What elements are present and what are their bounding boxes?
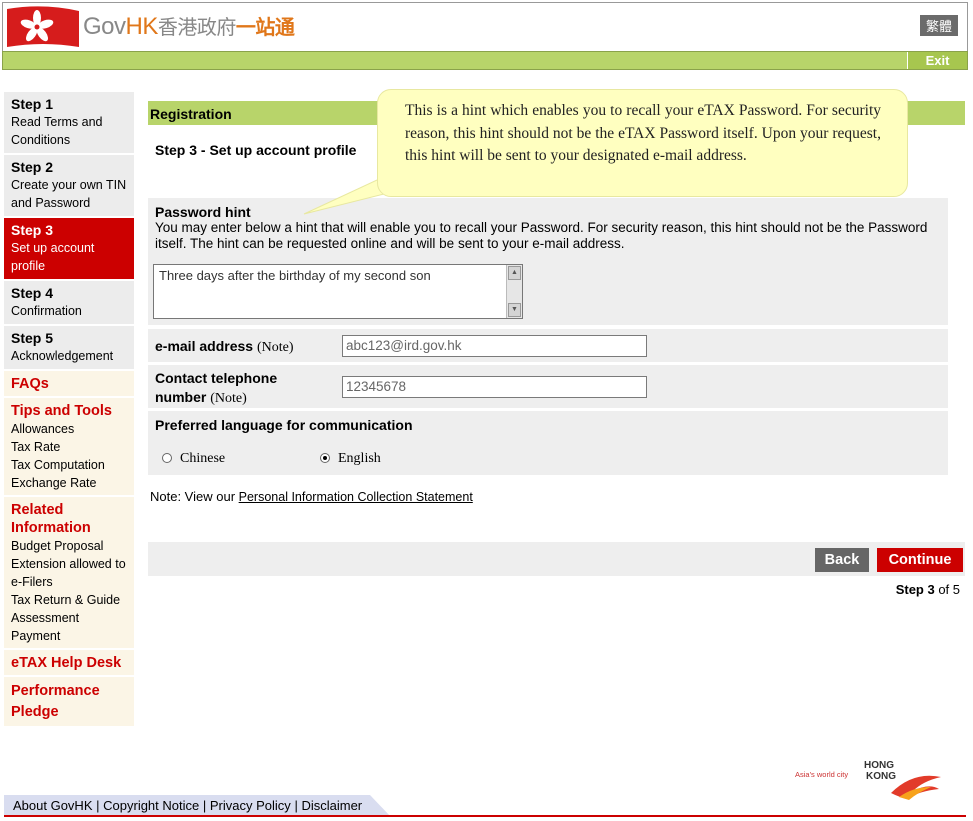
sidebar: Step 1 Read Terms and Conditions Step 2 … [4,92,134,728]
footer-links: About GovHK | Copyright Notice | Privacy… [13,798,362,813]
brand-line2: KONG [866,771,896,782]
sidebar-step-3-current: Step 3 Set up account profile [4,218,134,281]
language-toggle-button[interactable]: 繁體 [919,15,958,36]
sidebar-step-1: Step 1 Read Terms and Conditions [4,92,134,155]
privacy-note: Note: View our Personal Information Coll… [150,489,473,504]
step-desc: Set up account profile [11,241,95,273]
related-link-extension[interactable]: Extension allowed to e-Filers [11,555,127,591]
privacy-note-prefix: Note: View our [150,489,239,504]
radio-chinese-label: Chinese [180,451,226,466]
email-field[interactable]: abc123@ird.gov.hk [342,335,647,357]
step-counter-current: Step 3 [895,582,935,597]
step-desc: Read Terms and Conditions [11,115,103,147]
step-title: Step 5 [11,330,54,346]
top-green-bar: Exit [2,51,968,70]
sidebar-step-5: Step 5 Acknowledgement [4,326,134,371]
radio-selected-icon[interactable] [320,453,330,463]
related-link-budget[interactable]: Budget Proposal [11,537,127,555]
sidebar-related-info: Related Information Budget Proposal Exte… [4,497,134,650]
password-hint-panel: Password hint You may enter below a hint… [148,198,948,325]
logo-hk-text: HK [125,13,159,40]
brand-hong-kong-logo: Asia's world city HONG KONG [795,760,941,800]
sidebar-step-4: Step 4 Confirmation [4,281,134,326]
tips-link-tax-computation[interactable]: Tax Computation [11,456,127,474]
tips-link-allowances[interactable]: Allowances [11,420,127,438]
step-desc: Acknowledgement [11,349,114,363]
continue-button[interactable]: Continue [877,548,963,572]
phone-note-link[interactable]: (Note) [210,391,247,406]
password-hint-tooltip: This is a hint which enables you to reca… [377,89,908,197]
related-heading[interactable]: Related Information [11,501,127,537]
pledge-link[interactable]: Performance Pledge [11,681,127,723]
radio-unselected-icon[interactable] [162,453,172,463]
sidebar-helpdesk: eTAX Help Desk [4,650,134,677]
sidebar-step-2: Step 2 Create your own TIN and Password [4,155,134,218]
phone-label-line2: number (Note) [155,388,277,408]
header: GovHK香港政府一站通 繁體 [2,2,968,52]
step-title: Step 2 [11,159,54,175]
button-bar: Back Continue [148,542,965,576]
step-counter-total: of 5 [934,582,960,597]
radio-chinese[interactable]: Chinese [162,451,225,467]
page-title: Step 3 - Set up account profile [155,142,357,158]
textarea-scrollbar[interactable]: ▲ ▼ [506,265,522,318]
footer-separator: | [96,798,100,813]
footer-separator: | [294,798,298,813]
tips-heading[interactable]: Tips and Tools [11,402,127,420]
language-label: Preferred language for communication [155,417,413,433]
email-note-link[interactable]: (Note) [257,340,294,355]
footer-red-line [4,815,966,817]
radio-english-label: English [338,451,381,466]
password-hint-textarea[interactable]: Three days after the birthday of my seco… [153,264,523,319]
scroll-down-arrow-icon[interactable]: ▼ [508,303,521,317]
faqs-link[interactable]: FAQs [11,375,127,393]
step-desc: Create your own TIN and Password [11,178,127,210]
step-title: Step 1 [11,96,54,112]
language-row: Preferred language for communication Chi… [148,411,948,475]
tips-link-exchange-rate[interactable]: Exchange Rate [11,474,127,492]
password-hint-description: You may enter below a hint that will ena… [155,220,928,251]
radio-english[interactable]: English [320,451,381,467]
govhk-logo[interactable]: GovHK香港政府一站通 [83,13,295,41]
phone-label: Contact telephone number (Note) [155,369,277,408]
helpdesk-link[interactable]: eTAX Help Desk [11,654,127,672]
phone-field[interactable]: 12345678 [342,376,647,398]
scroll-up-arrow-icon[interactable]: ▲ [508,266,521,280]
step-title: Step 4 [11,285,54,301]
exit-button[interactable]: Exit [907,52,967,69]
email-row: e-mail address (Note) abc123@ird.gov.hk [148,329,948,362]
logo-cn-text: 香港政府 [157,15,237,39]
logo-cn2-text: 一站通 [235,15,295,39]
phone-label-line2-text: number [155,389,207,405]
brand-line1: HONG [864,760,894,771]
sidebar-faqs: FAQs [4,371,134,398]
footer-separator: | [202,798,207,813]
back-button[interactable]: Back [815,548,869,572]
tips-link-tax-rate[interactable]: Tax Rate [11,438,127,456]
personal-info-statement-link[interactable]: Personal Information Collection Statemen… [239,490,473,504]
step-title: Step 3 [11,222,54,238]
step-counter: Step 3 of 5 [896,582,960,597]
password-hint-value: Three days after the birthday of my seco… [159,268,431,283]
email-label: e-mail address (Note) [155,337,294,357]
related-link-assessment[interactable]: Assessment [11,609,127,627]
sidebar-pledge: Performance Pledge [4,677,134,728]
sidebar-tips-tools: Tips and Tools Allowances Tax Rate Tax C… [4,398,134,497]
footer-link-copyright[interactable]: Copyright Notice [103,798,199,813]
password-hint-label: Password hint [155,204,251,220]
logo-gov-text: Gov [83,13,126,40]
step-desc: Confirmation [11,304,82,318]
phone-row: Contact telephone number (Note) 12345678 [148,365,948,408]
footer-link-privacy[interactable]: Privacy Policy [210,798,291,813]
related-link-payment[interactable]: Payment [11,627,127,645]
email-label-text: e-mail address [155,338,254,354]
phone-label-line1: Contact telephone [155,370,278,386]
footer-link-about[interactable]: About GovHK [13,798,93,813]
brand-tagline: Asia's world city [795,770,848,779]
footer-link-disclaimer[interactable]: Disclaimer [301,798,362,813]
related-link-tax-return[interactable]: Tax Return & Guide [11,591,127,609]
bauhinia-flag-icon [7,6,79,47]
